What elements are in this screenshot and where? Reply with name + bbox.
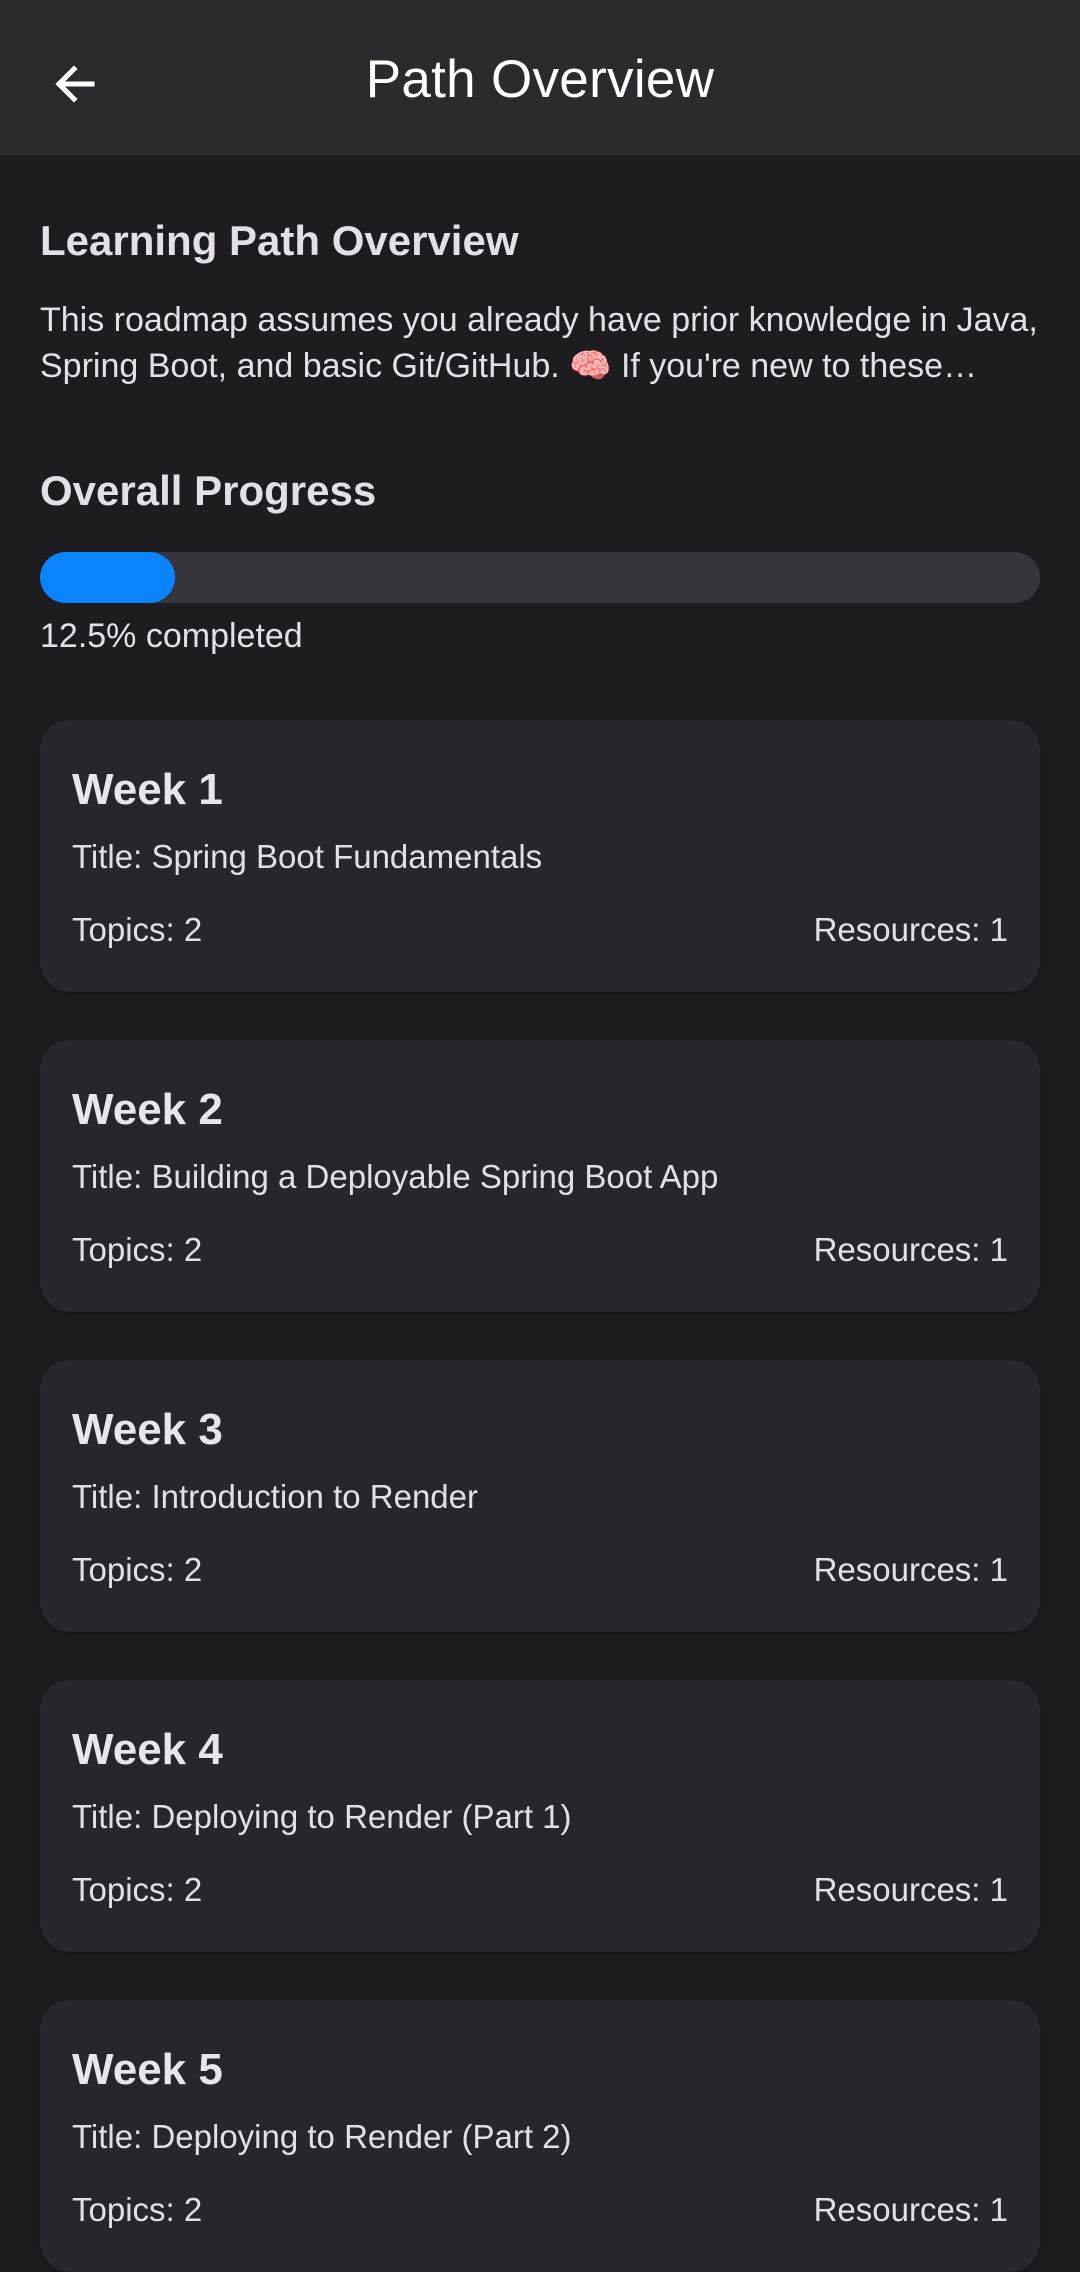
app-bar: Path Overview	[0, 0, 1080, 155]
week-card[interactable]: Week 4 Title: Deploying to Render (Part …	[40, 1680, 1040, 1952]
topics-count: Topics: 2	[72, 1551, 203, 1588]
week-title: Title: Building a Deployable Spring Boot…	[72, 1158, 719, 1195]
overview-heading: Learning Path Overview	[40, 217, 519, 264]
overview-description: This roadmap assumes you already have pr…	[40, 301, 1038, 385]
page-title: Path Overview	[365, 50, 715, 109]
week-title: Title: Introduction to Render	[72, 1478, 478, 1515]
resources-count: Resources: 1	[813, 1871, 1008, 1908]
week-title: Title: Deploying to Render (Part 2)	[72, 2118, 572, 2155]
progress-heading: Overall Progress	[40, 467, 377, 514]
topics-count: Topics: 2	[72, 1871, 203, 1908]
week-title: Title: Spring Boot Fundamentals	[72, 838, 543, 875]
progress-label: 12.5% completed	[40, 617, 303, 655]
topics-count: Topics: 2	[72, 2191, 203, 2228]
week-label: Week 2	[72, 1085, 223, 1134]
resources-count: Resources: 1	[813, 2191, 1008, 2228]
resources-count: Resources: 1	[813, 911, 1008, 948]
week-label: Week 1	[72, 765, 223, 814]
week-card[interactable]: Week 2 Title: Building a Deployable Spri…	[40, 1040, 1040, 1312]
week-label: Week 3	[72, 1405, 223, 1454]
week-title: Title: Deploying to Render (Part 1)	[72, 1798, 572, 1835]
resources-count: Resources: 1	[813, 1231, 1008, 1268]
week-label: Week 5	[72, 2045, 223, 2094]
week-card[interactable]: Week 5 Title: Deploying to Render (Part …	[40, 2000, 1040, 2272]
resources-count: Resources: 1	[813, 1551, 1008, 1588]
topics-count: Topics: 2	[72, 911, 203, 948]
topics-count: Topics: 2	[72, 1231, 203, 1268]
week-label: Week 4	[72, 1725, 223, 1774]
week-card[interactable]: Week 1 Title: Spring Boot Fundamentals T…	[40, 720, 1040, 992]
progress-bar	[40, 552, 1040, 603]
week-card[interactable]: Week 3 Title: Introduction to Render Top…	[40, 1360, 1040, 1632]
progress-bar-fill	[40, 552, 175, 603]
